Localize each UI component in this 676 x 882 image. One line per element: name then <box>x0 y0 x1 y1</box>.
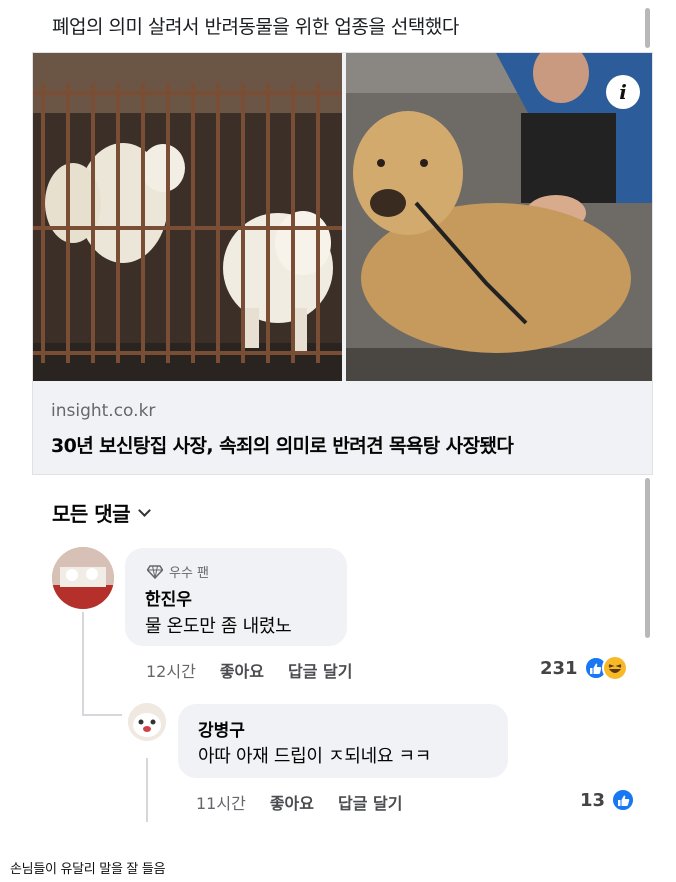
diamond-icon <box>147 564 163 579</box>
comment-sort-label: 모든 댓글 <box>52 502 131 526</box>
link-domain: insight.co.kr <box>51 401 156 421</box>
badge-label: 우수 팬 <box>169 566 210 581</box>
reply-button[interactable]: 답글 달기 <box>288 658 352 682</box>
chevron-down-icon <box>138 503 151 517</box>
comment-actions: 11시간 좋아요 답글 달기 <box>196 790 402 814</box>
comment-sort-dropdown[interactable]: 모든 댓글 <box>52 498 151 527</box>
reaction-summary[interactable]: 231 <box>540 655 628 681</box>
avatar[interactable] <box>52 547 114 609</box>
post-text: 폐업의 의미 살려서 반려동물을 위한 업종을 선택했다 <box>52 16 459 38</box>
thread-line <box>82 612 84 716</box>
comment-time[interactable]: 12시간 <box>146 658 196 682</box>
comment-author[interactable]: 강병구 <box>198 716 245 741</box>
reply-button[interactable]: 답글 달기 <box>338 790 402 814</box>
like-button[interactable]: 좋아요 <box>220 658 264 682</box>
comment-author[interactable]: 한진우 <box>145 585 192 610</box>
comment-bubble: 우수 팬 한진우 물 온도만 좀 내렸노 <box>125 548 347 646</box>
link-title: 30년 보신탕집 사장, 속죄의 의미로 반려견 목욕탕 사장됐다 <box>51 435 514 457</box>
scrollbar-comments[interactable] <box>645 478 650 638</box>
reaction-summary[interactable]: 13 <box>580 788 636 812</box>
avatar[interactable] <box>128 703 166 741</box>
link-meta[interactable]: insight.co.kr 30년 보신탕집 사장, 속죄의 의미로 반려견 목… <box>33 381 652 474</box>
link-preview-images[interactable]: i <box>33 53 652 381</box>
scrollbar-top[interactable] <box>645 8 650 48</box>
comment-bubble: 강병구 아따 아재 드립이 ㅈ되네요 ㅋㅋ <box>178 704 508 778</box>
reply-thread-line <box>146 758 148 822</box>
info-icon[interactable]: i <box>606 75 640 109</box>
image-caption: 손님들이 유달리 말을 잘 들음 <box>10 862 166 877</box>
reaction-count: 13 <box>580 789 606 811</box>
like-button[interactable]: 좋아요 <box>270 790 314 814</box>
top-fan-badge: 우수 팬 <box>147 562 209 581</box>
reaction-count: 231 <box>540 657 578 679</box>
comment-actions: 12시간 좋아요 답글 달기 <box>146 658 352 682</box>
thread-connector <box>82 714 122 716</box>
comment-text: 물 온도만 좀 내렸노 <box>145 616 292 637</box>
comment-text: 아따 아재 드립이 ㅈ되네요 ㅋㅋ <box>198 746 432 767</box>
comment-time[interactable]: 11시간 <box>196 790 246 814</box>
link-preview-card[interactable]: i insight.co.kr 30년 보신탕집 사장, 속죄의 의미로 반려견… <box>32 52 653 475</box>
haha-icon <box>601 655 628 681</box>
photo-caged-dogs <box>33 53 342 381</box>
like-icon <box>611 788 636 812</box>
photo-golden-retriever-bath: i <box>346 53 652 381</box>
